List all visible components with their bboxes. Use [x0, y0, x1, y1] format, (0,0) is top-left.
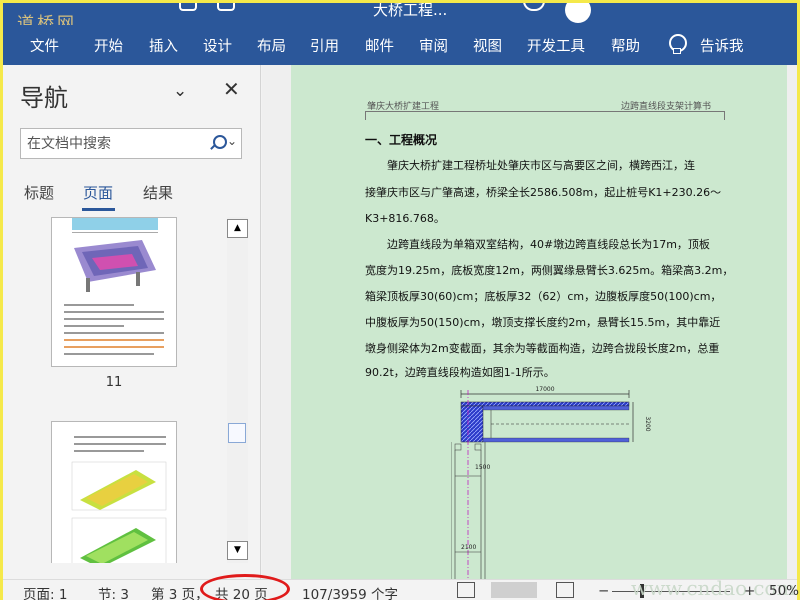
header-rule-tick: [724, 111, 725, 120]
thumbnail-figures: [71, 461, 167, 563]
search-box[interactable]: ⌄: [20, 128, 242, 159]
section-heading: 一、工程概况: [365, 133, 438, 147]
document-page[interactable]: 肇庆大桥扩建工程 边跨直线段支架计算书 一、工程概况 肇庆大桥扩建工程桥址处肇庆…: [291, 65, 787, 579]
menu-references[interactable]: 引用: [310, 35, 339, 56]
menu-view[interactable]: 视图: [473, 35, 502, 56]
tab-headings[interactable]: 标题: [24, 182, 54, 203]
chevron-down-icon[interactable]: ⌄: [173, 81, 187, 101]
paragraph-line: 箱梁顶板厚30(60)cm；底板厚32（62）cm，边腹板厚度50(100)cm…: [365, 290, 722, 303]
zoom-out-button[interactable]: −: [598, 583, 609, 599]
nav-pane-title: 导航: [20, 84, 68, 112]
status-section: 节: 3: [98, 587, 129, 600]
paragraph-line: 宽度为19.25m，底板宽度12m，两侧翼缘悬臂长3.625m。箱梁高3.2m，: [365, 264, 734, 277]
paragraph-line: 肇庆大桥扩建工程桥址处肇庆市区与高要区之间，横跨西江，连: [387, 159, 695, 172]
status-page[interactable]: 页面: 1: [23, 583, 67, 600]
window-title: 大桥工程...: [373, 3, 448, 19]
menu-mailings[interactable]: 邮件: [365, 35, 394, 56]
dimension-label-low: 2100: [461, 544, 476, 551]
dimension-label-mid: 1500: [475, 464, 490, 471]
status-word-count[interactable]: 107/3959 个字: [302, 583, 398, 600]
avatar[interactable]: [565, 3, 591, 23]
paragraph-line: 墩身侧梁体为2m变截面，其余为等截面构造，边跨合拢段长度2m，总重: [365, 342, 720, 355]
menu-insert[interactable]: 插入: [149, 35, 178, 56]
status-bar: 页面: 1 节: 3 第 3 页， 共 20 页 107/3959 个字 − w…: [3, 574, 799, 600]
lightbulb-icon[interactable]: [669, 34, 687, 54]
page-thumbnail-11[interactable]: [51, 217, 177, 367]
menu-home[interactable]: 开始: [94, 35, 123, 56]
active-tab-indicator: [82, 208, 115, 211]
highlight-circle: [200, 574, 290, 600]
print-layout-icon[interactable]: [491, 582, 537, 598]
ribbon-display-icon[interactable]: [523, 3, 545, 11]
page-number-label: 11: [105, 375, 123, 390]
search-icon[interactable]: [209, 134, 227, 152]
title-bar: 道桥网 大桥工程...: [3, 3, 797, 25]
menu-design[interactable]: 设计: [203, 35, 232, 56]
menu-file[interactable]: 文件: [30, 35, 59, 56]
document-area[interactable]: 肇庆大桥扩建工程 边跨直线段支架计算书 一、工程概况 肇庆大桥扩建工程桥址处肇庆…: [262, 65, 797, 579]
paragraph-line: 接肇庆市区与广肇高速，桥梁全长2586.508m，起止桩号K1+230.26～: [365, 186, 722, 199]
menu-review[interactable]: 审阅: [419, 35, 448, 56]
paragraph-line: 边跨直线段为单箱双室结构，40#墩边跨直线段总长为17m，顶板: [387, 238, 710, 251]
scroll-up-button[interactable]: ▲: [227, 219, 248, 238]
scroll-down-button[interactable]: ▼: [227, 541, 248, 560]
close-icon[interactable]: ✕: [223, 77, 240, 101]
search-input[interactable]: [27, 133, 197, 155]
tab-pages[interactable]: 页面: [83, 182, 113, 203]
header-rule-tick: [365, 111, 366, 120]
menu-layout[interactable]: 布局: [257, 35, 286, 56]
header-rule: [365, 111, 725, 112]
nav-scrollbar[interactable]: ▲ ▼: [227, 217, 248, 563]
paragraph-line: 中腹板厚为50(150)cm，墩顶支撑长度约2m，悬臂长15.5m，其中靠近: [365, 316, 721, 329]
read-mode-icon[interactable]: [457, 582, 475, 598]
paragraph-line: K3+816.768。: [365, 212, 445, 225]
ribbon-tabs: 文件 开始 插入 设计 布局 引用 邮件 审阅 视图 开发工具 帮助 告诉我: [3, 25, 797, 65]
menu-help[interactable]: 帮助: [611, 35, 640, 56]
tab-results[interactable]: 结果: [143, 182, 173, 203]
undo-icon[interactable]: [217, 3, 235, 11]
thumbnail-figures: [72, 218, 158, 292]
structure-drawing: 17000 3200 1500 2100: [451, 386, 651, 579]
zoom-level[interactable]: 50%: [769, 583, 799, 599]
paragraph-line: 90.2t，边跨直线段构造如图1-1所示。: [365, 366, 555, 379]
site-watermark: 道桥网: [17, 14, 77, 25]
scroll-thumb[interactable]: [228, 423, 246, 443]
search-options-dropdown[interactable]: ⌄: [227, 134, 237, 148]
navigation-pane: 导航 ⌄ ✕ ⌄ 标题 页面 结果: [3, 65, 261, 579]
dimension-label-side: 3200: [644, 416, 651, 431]
page-thumbnail-12[interactable]: [51, 421, 177, 563]
save-icon[interactable]: [179, 3, 197, 11]
page-thumbnails: 11: [3, 217, 225, 563]
tell-me-search[interactable]: 告诉我: [700, 35, 744, 56]
web-layout-icon[interactable]: [556, 582, 574, 598]
menu-developer[interactable]: 开发工具: [527, 35, 585, 56]
zoom-in-button[interactable]: +: [744, 583, 755, 599]
dimension-label-top: 17000: [535, 386, 554, 393]
